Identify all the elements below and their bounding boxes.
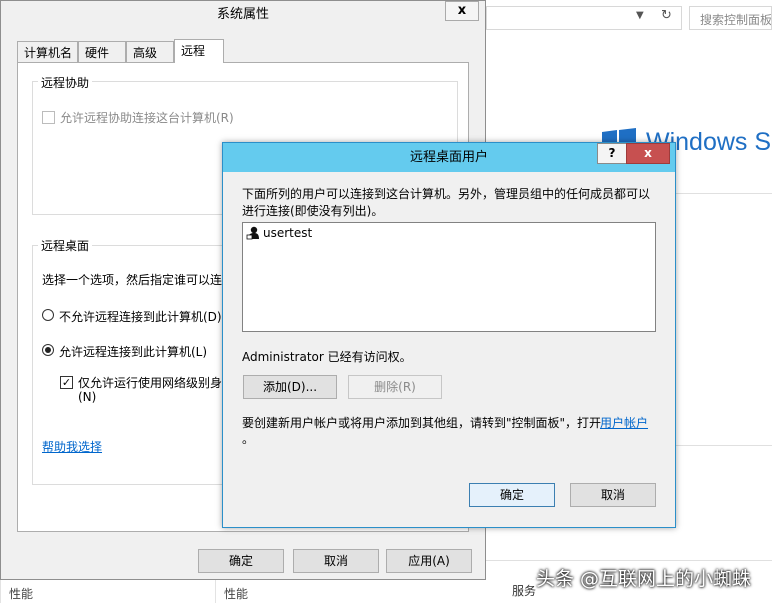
nla-checkbox[interactable]: ✓: [60, 376, 73, 389]
user-accounts-link[interactable]: 用户帐户: [600, 414, 648, 431]
perf-label-1: 性能: [9, 587, 34, 601]
user-name: usertest: [263, 226, 313, 240]
apply-button[interactable]: 应用(A): [386, 549, 472, 573]
user-icon: [246, 226, 259, 240]
rdu-titlebar[interactable]: 远程桌面用户 ? x: [223, 143, 675, 172]
nla-label-cont: (N): [78, 390, 97, 404]
footer-text: 要创建新用户帐户或将用户添加到其他组，请转到"控制面板"，打开: [242, 416, 602, 430]
tab-hardware[interactable]: 硬件: [78, 41, 126, 62]
sysprop-title: 系统属性: [216, 7, 269, 22]
close-button[interactable]: x: [445, 1, 479, 21]
allow-remote-label: 允许远程连接到此计算机(L): [59, 345, 208, 359]
allow-remote-radio[interactable]: [42, 344, 54, 356]
rdu-cancel-button[interactable]: 取消: [570, 483, 656, 507]
footer-end: 。: [242, 432, 255, 446]
perf-strip-2: 性能: [215, 578, 486, 603]
nla-label: 仅允许运行使用网络级别身份: [78, 376, 235, 390]
help-button[interactable]: ?: [597, 143, 627, 164]
tab-remote[interactable]: 远程: [174, 39, 224, 63]
sysprop-titlebar[interactable]: 系统属性 x: [1, 1, 485, 29]
watermark: 头条 @互联网上的小蜘蛛: [536, 568, 752, 590]
refresh-icon[interactable]: ↻: [661, 8, 672, 23]
remote-assistance-legend: 远程协助: [38, 74, 93, 91]
rdu-title: 远程桌面用户: [409, 150, 488, 165]
allow-remote-assistance-label: 允许远程协助连接这台计算机(R): [60, 111, 234, 125]
rdu-ok-button[interactable]: 确定: [469, 483, 555, 507]
tab-computer-name[interactable]: 计算机名: [17, 41, 78, 62]
remote-desktop-instruction: 选择一个选项，然后指定谁可以连: [42, 273, 223, 287]
address-bar[interactable]: [486, 6, 682, 30]
remote-desktop-users-dialog: 远程桌面用户 ? x 下面所列的用户可以连接到这台计算机。另外，管理员组中的任何…: [222, 142, 676, 528]
access-note: Administrator 已经有访问权。: [242, 350, 412, 364]
help-me-choose-link[interactable]: 帮助我选择: [42, 438, 102, 455]
close-button[interactable]: x: [626, 143, 670, 164]
allow-remote-assistance-checkbox[interactable]: [42, 111, 55, 124]
perf-label-2: 性能: [224, 587, 249, 601]
remove-user-button[interactable]: 删除(R): [348, 375, 442, 399]
rdu-description-line1: 下面所列的用户可以连接到这台计算机。另外，管理员组中的任何成员都可以: [242, 187, 651, 201]
chevron-down-icon[interactable]: ▼: [636, 10, 644, 21]
users-listbox[interactable]: usertest: [242, 222, 656, 332]
deny-remote-radio[interactable]: [42, 309, 54, 321]
remote-desktop-legend: 远程桌面: [38, 237, 93, 254]
list-item[interactable]: usertest: [243, 223, 655, 243]
services-column-label: 服务: [512, 584, 537, 598]
deny-remote-label: 不允许远程连接到此计算机(D): [59, 310, 222, 324]
add-user-button[interactable]: 添加(D)...: [243, 375, 337, 399]
ok-button[interactable]: 确定: [198, 549, 284, 573]
perf-strip-1: 性能: [0, 578, 215, 603]
checkmark-icon: ✓: [61, 376, 72, 389]
rdu-description-line2: 进行连接(即使没有列出)。: [242, 204, 384, 218]
tab-advanced[interactable]: 高级: [126, 41, 174, 62]
search-input[interactable]: 搜索控制面板: [689, 6, 772, 30]
cancel-button[interactable]: 取消: [293, 549, 379, 573]
